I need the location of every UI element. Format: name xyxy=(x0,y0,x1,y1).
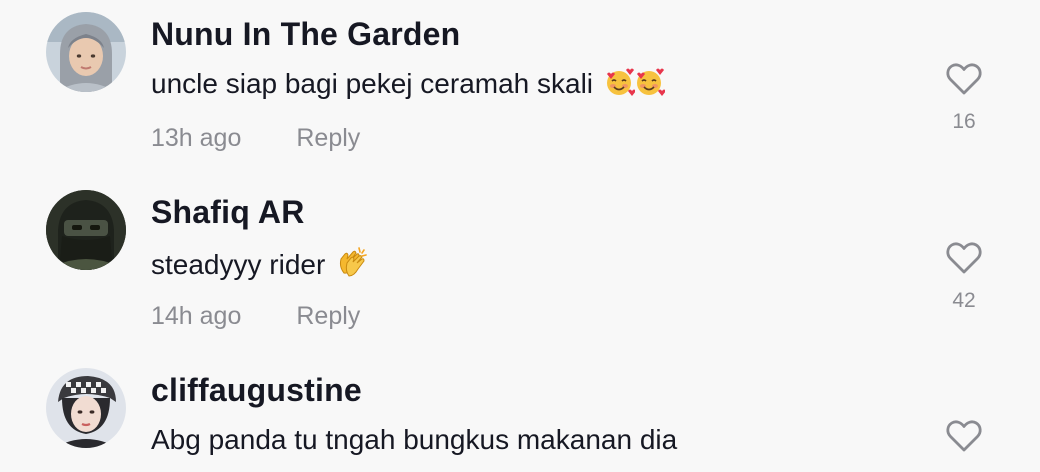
avatar-image xyxy=(46,12,126,92)
clapping-hands-icon xyxy=(335,245,369,286)
comment-meta: 13h ago Reply xyxy=(151,124,360,153)
like-button[interactable] xyxy=(944,419,984,453)
reply-button[interactable]: Reply xyxy=(296,124,360,152)
avatar[interactable] xyxy=(46,368,126,448)
heart-icon xyxy=(946,63,982,95)
comment-text: uncle siap bagi pekej ceramah skali xyxy=(151,66,666,105)
comment-text-content: uncle siap bagi pekej ceramah skali xyxy=(151,68,594,99)
comment-username[interactable]: cliffaugustine xyxy=(151,372,362,409)
comment-text-content: steadyyy rider xyxy=(151,249,326,280)
comment-meta: 14h ago Reply xyxy=(151,302,360,331)
like-button[interactable]: 42 xyxy=(944,241,984,313)
heart-icon xyxy=(946,242,982,274)
like-button[interactable]: 16 xyxy=(944,62,984,134)
like-count: 42 xyxy=(952,289,976,312)
like-count: 16 xyxy=(952,110,976,133)
comment-username[interactable]: Shafiq AR xyxy=(151,194,305,231)
avatar-image xyxy=(46,190,126,270)
smiling-face-with-hearts-icon xyxy=(603,66,636,105)
avatar-image xyxy=(46,368,126,448)
avatar[interactable] xyxy=(46,190,126,270)
comment-text-content: Abg panda tu tngah bungkus makanan dia xyxy=(151,424,678,455)
comment-list: Nunu In The Garden uncle siap bagi pekej… xyxy=(0,0,1040,472)
reply-button[interactable]: Reply xyxy=(296,302,360,330)
comment-username[interactable]: Nunu In The Garden xyxy=(151,16,460,53)
comment-timestamp: 13h ago xyxy=(151,124,242,152)
avatar[interactable] xyxy=(46,12,126,92)
comment-text: Abg panda tu tngah bungkus makanan dia xyxy=(151,424,677,456)
comment-text: steadyyy rider xyxy=(151,245,369,286)
smiling-face-with-hearts-icon xyxy=(633,66,666,105)
heart-icon xyxy=(946,420,982,452)
comment-timestamp: 14h ago xyxy=(151,302,242,330)
